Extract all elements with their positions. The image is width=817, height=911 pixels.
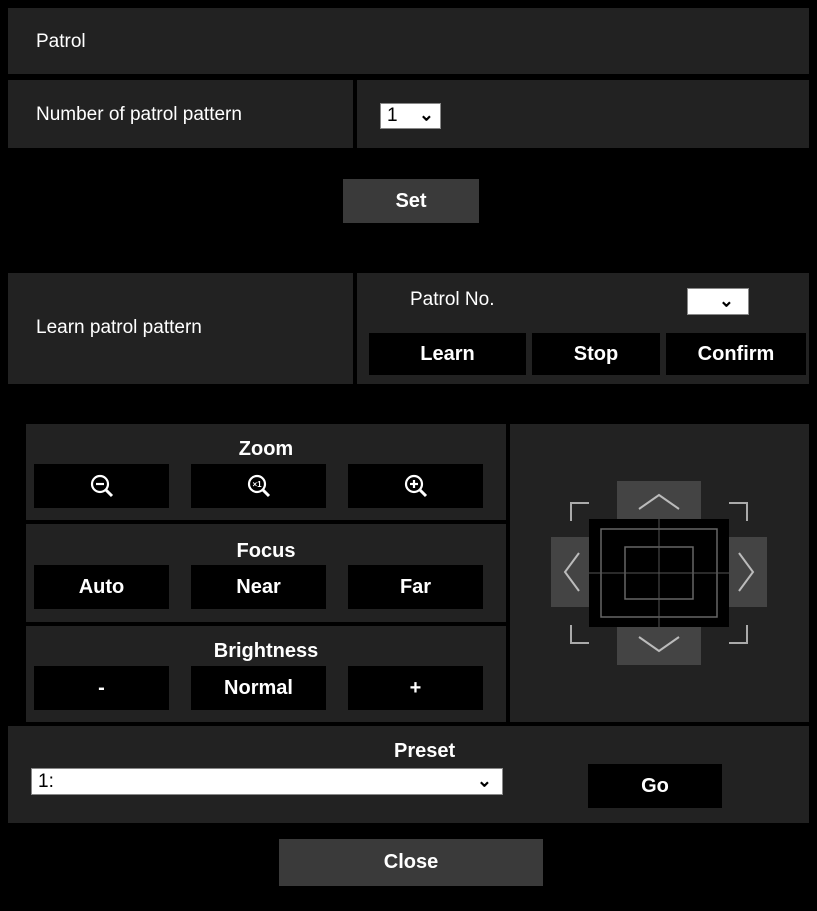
arrow-up-icon[interactable] [617,481,701,523]
focus-far-button[interactable]: Far [348,565,483,609]
set-button[interactable]: Set [343,179,479,223]
page-title: Patrol [36,31,86,52]
zoom-reset-button[interactable]: ×1 [191,464,326,508]
learn-controls-cell: Patrol No. ⌄ Learn Stop Confirm [357,273,809,384]
patrol-count-selected: 1 [387,105,398,126]
zoom-out-icon [90,474,113,498]
zoom-panel: Zoom ×1 [26,424,506,520]
ptz-panel [510,424,809,722]
center-target-icon[interactable] [589,519,729,627]
brightness-title: Brightness [213,640,319,662]
arrow-left-icon[interactable] [551,537,591,607]
brightness-normal-button[interactable]: Normal [191,666,326,710]
header-bar: Patrol [8,8,809,74]
chevron-down-icon: ⌄ [476,769,492,790]
preset-panel: Preset 1: ⌄ Go [8,726,809,823]
arrow-right-icon[interactable] [727,537,767,607]
focus-auto-button[interactable]: Auto [34,565,169,609]
patrol-no-select[interactable]: ⌄ [687,288,749,315]
learn-label-cell: Learn patrol pattern [8,273,353,384]
zoom-out-button[interactable] [34,464,169,508]
brightness-panel: Brightness - Normal + [26,626,506,722]
patrol-count-select[interactable]: 1 ⌄ [380,103,441,129]
brightness-plus-button[interactable]: + [348,666,483,710]
arrow-down-icon[interactable] [617,623,701,665]
preset-select[interactable]: 1: ⌄ [31,768,503,795]
chevron-down-icon: ⌄ [718,289,734,310]
patrol-count-label: Number of patrol pattern [36,104,242,125]
close-button[interactable]: Close [279,839,543,886]
ptz-pad [551,481,767,665]
brightness-minus-button[interactable]: - [34,666,169,710]
chevron-down-icon: ⌄ [418,104,434,125]
zoom-reset-x1-icon: ×1 [247,474,270,498]
patrol-count-value-cell: 1 ⌄ [357,80,809,148]
learn-button[interactable]: Learn [369,333,526,375]
stop-button[interactable]: Stop [532,333,660,375]
zoom-in-icon [404,474,427,498]
preset-go-button[interactable]: Go [588,764,722,808]
zoom-in-button[interactable] [348,464,483,508]
preset-selected: 1: [38,770,54,792]
zoom-title: Zoom [238,438,294,460]
preset-title: Preset [394,740,456,762]
learn-label: Learn patrol pattern [36,317,202,338]
patrol-no-label: Patrol No. [410,289,495,310]
svg-text:×1: ×1 [252,480,262,489]
focus-panel: Focus Auto Near Far [26,524,506,622]
focus-near-button[interactable]: Near [191,565,326,609]
focus-title: Focus [236,540,296,562]
patrol-count-label-cell: Number of patrol pattern [8,80,353,148]
confirm-button[interactable]: Confirm [666,333,806,375]
